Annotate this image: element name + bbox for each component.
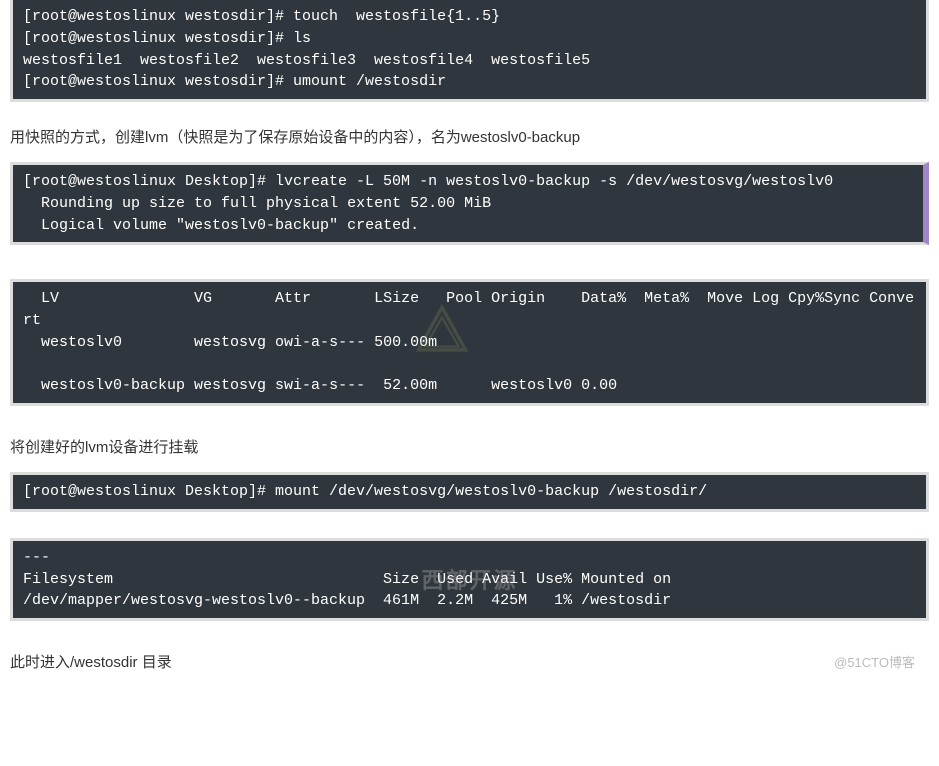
paragraph-mount-intro: 将创建好的lvm设备进行挂载 — [10, 436, 929, 460]
paragraph-snapshot-intro: 用快照的方式，创建lvm（快照是为了保存原始设备中的内容），名为westoslv… — [10, 126, 929, 150]
term-line: /dev/mapper/westosvg-westoslv0--backup 4… — [23, 592, 671, 609]
term-line: LV VG Attr LSize Pool Origin Data% Meta%… — [23, 290, 914, 329]
term-line: westoslv0 westosvg owi-a-s--- 500.00m — [23, 334, 437, 351]
term-line: Logical volume "westoslv0-backup" create… — [23, 217, 419, 234]
term-line: [root@westoslinux westosdir]# ls — [23, 30, 311, 47]
term-line: --- — [23, 549, 50, 566]
terminal-block-2: [root@westoslinux Desktop]# lvcreate -L … — [10, 162, 929, 245]
term-line: [root@westoslinux Desktop]# lvcreate -L … — [23, 173, 833, 190]
paragraph-enter-dir: 此时进入/westosdir 目录 — [10, 651, 929, 675]
term-line: [root@westoslinux westosdir]# umount /we… — [23, 73, 446, 90]
terminal-block-5: --- Filesystem Size Used Avail Use% Moun… — [10, 538, 929, 621]
term-line: westosfile1 westosfile2 westosfile3 west… — [23, 52, 590, 69]
term-line: [root@westoslinux westosdir]# touch west… — [23, 8, 500, 25]
term-line: Rounding up size to full physical extent… — [23, 195, 491, 212]
terminal-block-4: [root@westoslinux Desktop]# mount /dev/w… — [10, 472, 929, 512]
term-line: Filesystem Size Used Avail Use% Mounted … — [23, 571, 671, 588]
term-line: westoslv0-backup westosvg swi-a-s--- 52.… — [23, 377, 617, 394]
term-line: [root@westoslinux Desktop]# mount /dev/w… — [23, 483, 707, 500]
terminal-block-1: [root@westoslinux westosdir]# touch west… — [10, 0, 929, 102]
terminal-block-3: LV VG Attr LSize Pool Origin Data% Meta%… — [10, 279, 929, 406]
